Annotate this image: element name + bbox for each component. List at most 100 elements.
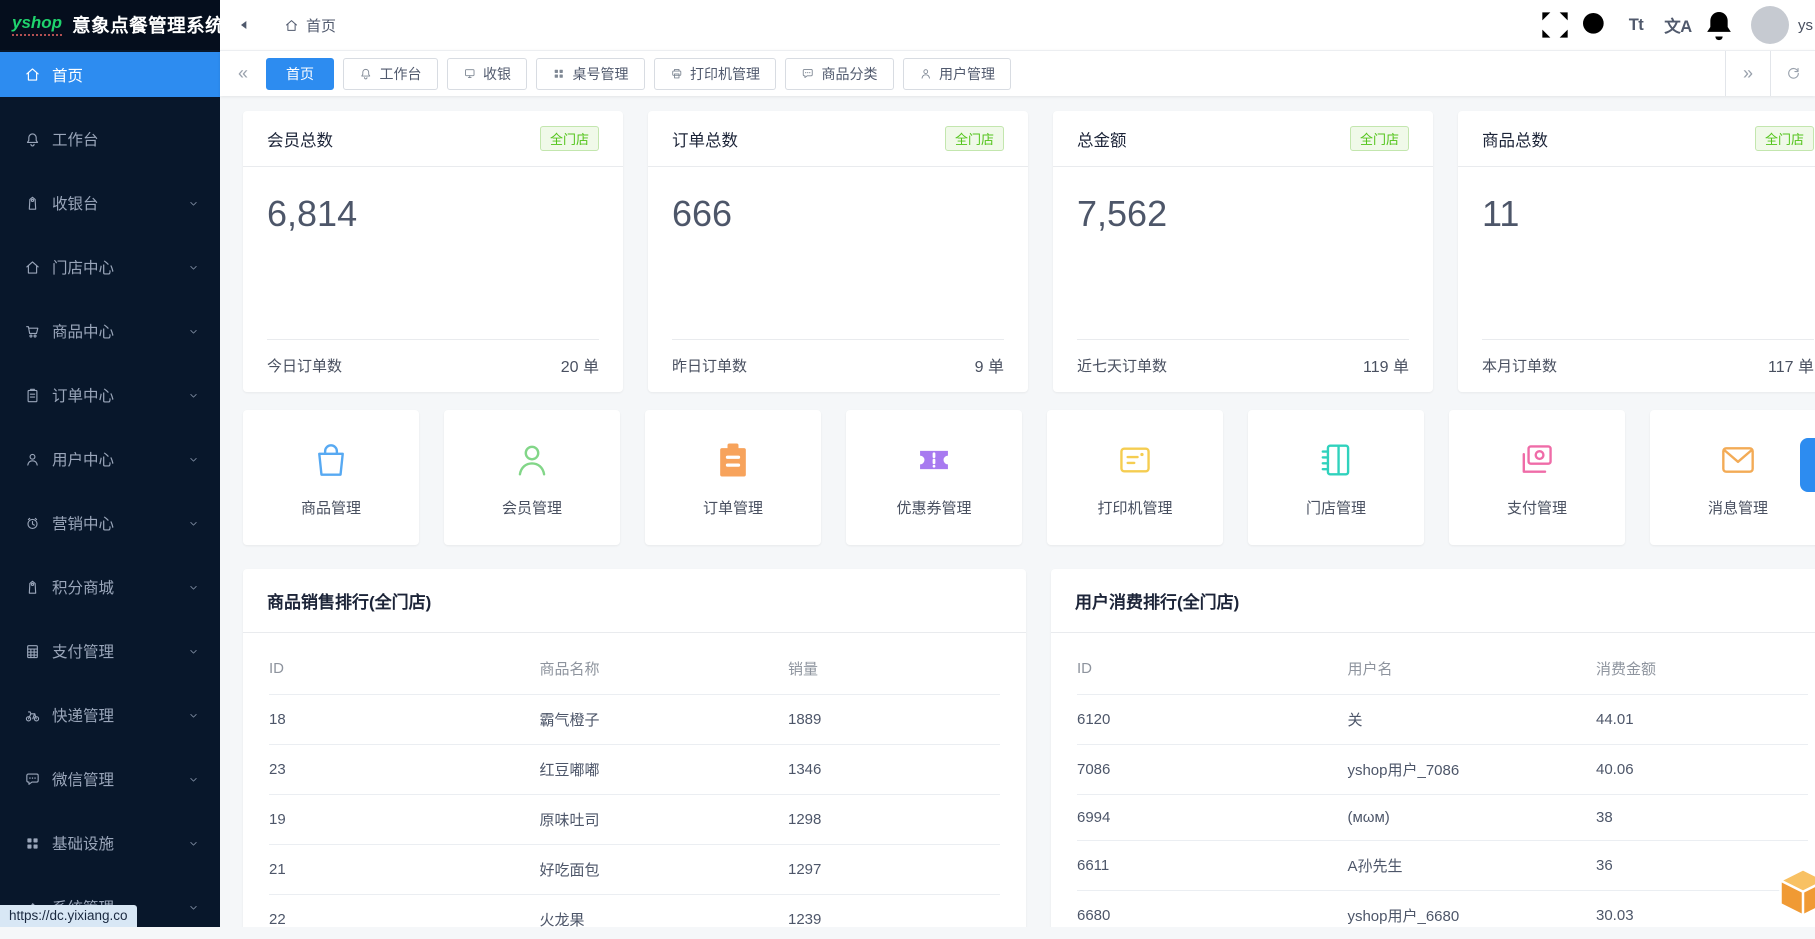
- tab-users[interactable]: 用户管理: [903, 58, 1012, 90]
- sidebar-item-workbench[interactable]: 工作台: [0, 107, 220, 171]
- stat-card-header: 会员总数全门店: [243, 111, 623, 167]
- chat-icon: [801, 67, 815, 81]
- content: 会员总数全门店6,814今日订单数20 单订单总数全门店666昨日订单数9 单总…: [220, 96, 1815, 927]
- stat-card-header: 商品总数全门店: [1458, 111, 1815, 167]
- breadcrumb-label: 首页: [306, 15, 336, 36]
- table-row: 21好吃面包1297: [269, 845, 1000, 895]
- fullscreen-icon[interactable]: [1535, 0, 1575, 50]
- notebook-icon: [1314, 438, 1358, 482]
- quick-link-coupons[interactable]: 优惠券管理: [846, 410, 1022, 545]
- table-cell: 18: [269, 695, 539, 745]
- sidebar-item-label: 营销中心: [52, 512, 187, 534]
- ranking-table: ID商品名称销量18霸气橙子188923红豆嘟嘟134619原味吐司129821…: [269, 641, 1000, 927]
- column-header: 消费金额: [1596, 641, 1808, 695]
- quick-link-printers[interactable]: 打印机管理: [1047, 410, 1223, 545]
- quick-link-label: 优惠券管理: [896, 497, 971, 518]
- quick-link-label: 商品管理: [301, 497, 361, 518]
- breadcrumb[interactable]: 首页: [284, 15, 336, 36]
- ticket-icon: [912, 438, 956, 482]
- stat-footer-label: 今日订单数: [267, 355, 342, 376]
- table-cell: 1889: [788, 695, 1000, 745]
- table-cell: 21: [269, 845, 539, 895]
- sidebar-item-cashier[interactable]: 收银台: [0, 171, 220, 235]
- tab-controls: »: [1725, 51, 1815, 96]
- sidebar-item-marketing[interactable]: 营销中心: [0, 491, 220, 555]
- quick-link-goods[interactable]: 商品管理: [243, 410, 419, 545]
- table-row: 6611A孙先生36: [1077, 841, 1808, 891]
- sidebar-item-home[interactable]: 首页: [0, 52, 220, 97]
- stat-card-footer: 本月订单数117 单: [1458, 340, 1815, 392]
- translate-button[interactable]: 文A: [1657, 0, 1699, 50]
- sidebar-item-user-center[interactable]: 用户中心: [0, 427, 220, 491]
- tab-workbench[interactable]: 工作台: [343, 58, 438, 90]
- quick-link-orders[interactable]: 订单管理: [645, 410, 821, 545]
- stat-footer-value: 117 单: [1768, 353, 1814, 377]
- quick-link-stores[interactable]: 门店管理: [1248, 410, 1424, 545]
- stat-footer-value: 119 单: [1363, 353, 1409, 377]
- tab-cashier[interactable]: 收银: [447, 58, 528, 90]
- stat-card-value: 7,562: [1053, 167, 1433, 235]
- font-size-button[interactable]: Tt: [1615, 0, 1657, 50]
- quick-link-label: 消息管理: [1708, 497, 1768, 518]
- sidebar-item-label: 收银台: [52, 192, 187, 214]
- stat-card-footer: 今日订单数20 单: [243, 340, 623, 392]
- sidebar-item-points-mall[interactable]: 积分商城: [0, 555, 220, 619]
- quick-link-payment[interactable]: 支付管理: [1449, 410, 1625, 545]
- table-cell: A孙先生: [1347, 841, 1596, 891]
- table-cell: 火龙果: [539, 895, 788, 928]
- search-icon[interactable]: [1575, 0, 1615, 50]
- chevron-down-icon: [187, 453, 200, 466]
- quick-link-members[interactable]: 会员管理: [444, 410, 620, 545]
- table-title: 用户消费排行(全门店): [1051, 569, 1815, 633]
- notifications-bell-icon[interactable]: [1699, 0, 1739, 50]
- sidebar-item-payment[interactable]: 支付管理: [0, 619, 220, 683]
- stat-footer-value: 9 单: [975, 353, 1004, 377]
- home-icon: [24, 259, 41, 276]
- stat-card-title: 会员总数: [267, 127, 333, 151]
- tab-label: 收银: [483, 64, 511, 84]
- stat-card-footer: 近七天订单数119 单: [1053, 340, 1433, 392]
- chevron-down-icon: [187, 901, 200, 914]
- app-logo: yshop 意象点餐管理系统: [0, 0, 220, 50]
- stat-card-members: 会员总数全门店6,814今日订单数20 单: [243, 111, 623, 392]
- quick-links-row: 商品管理 会员管理订单管理优惠券管理 打印机管理门店管理支付管理消息管理: [243, 410, 1815, 545]
- tabs-scroll-left-button[interactable]: «: [220, 63, 266, 84]
- tab-tables[interactable]: 桌号管理: [536, 58, 645, 90]
- app-title: 意象点餐管理系统: [72, 12, 224, 38]
- refresh-button[interactable]: [1770, 51, 1815, 96]
- chat-icon: [24, 771, 41, 788]
- chevron-down-icon: [187, 837, 200, 850]
- table-row: 6994(мωм)38: [1077, 795, 1808, 841]
- stat-card-amount: 总金额全门店7,562近七天订单数119 单: [1053, 111, 1433, 392]
- stat-card-title: 商品总数: [1482, 127, 1548, 151]
- sidebar-item-infrastructure[interactable]: 基础设施: [0, 811, 220, 875]
- sidebar-item-store-center[interactable]: 门店中心: [0, 235, 220, 299]
- tab-category[interactable]: 商品分类: [785, 58, 894, 90]
- quick-link-messages[interactable]: 消息管理: [1650, 410, 1815, 545]
- collapse-sidebar-icon[interactable]: [233, 0, 273, 50]
- stat-footer-label: 昨日订单数: [672, 355, 747, 376]
- sidebar-item-label: 商品中心: [52, 320, 187, 342]
- table-cell: 6680: [1077, 891, 1347, 928]
- sidebar-item-express[interactable]: 快递管理: [0, 683, 220, 747]
- chevron-down-icon: [187, 709, 200, 722]
- user-avatar[interactable]: [1751, 6, 1789, 44]
- floating-side-panel-button[interactable]: [1800, 438, 1815, 492]
- bell-icon: [359, 67, 373, 81]
- table-cell: 38: [1596, 795, 1808, 841]
- sidebar-item-order-center[interactable]: 订单中心: [0, 363, 220, 427]
- column-header: 用户名: [1347, 641, 1596, 695]
- sidebar-item-label: 快递管理: [52, 704, 187, 726]
- tab-printers[interactable]: 打印机管理: [654, 58, 777, 90]
- table-cell: (мωм): [1347, 795, 1596, 841]
- tabs-scroll-right-button[interactable]: »: [1725, 51, 1770, 96]
- floating-widget-button[interactable]: [1773, 863, 1815, 923]
- ranking-tables-row: 商品销售排行(全门店)ID商品名称销量18霸气橙子188923红豆嘟嘟13461…: [243, 569, 1815, 927]
- table-cell: 原味吐司: [539, 795, 788, 845]
- stat-card-header: 订单总数全门店: [648, 111, 1028, 167]
- sidebar-item-label: 门店中心: [52, 256, 187, 278]
- table-cell: 19: [269, 795, 539, 845]
- sidebar-item-goods-center[interactable]: 商品中心: [0, 299, 220, 363]
- sidebar-item-wechat[interactable]: 微信管理: [0, 747, 220, 811]
- tab-home[interactable]: 首页: [266, 58, 334, 90]
